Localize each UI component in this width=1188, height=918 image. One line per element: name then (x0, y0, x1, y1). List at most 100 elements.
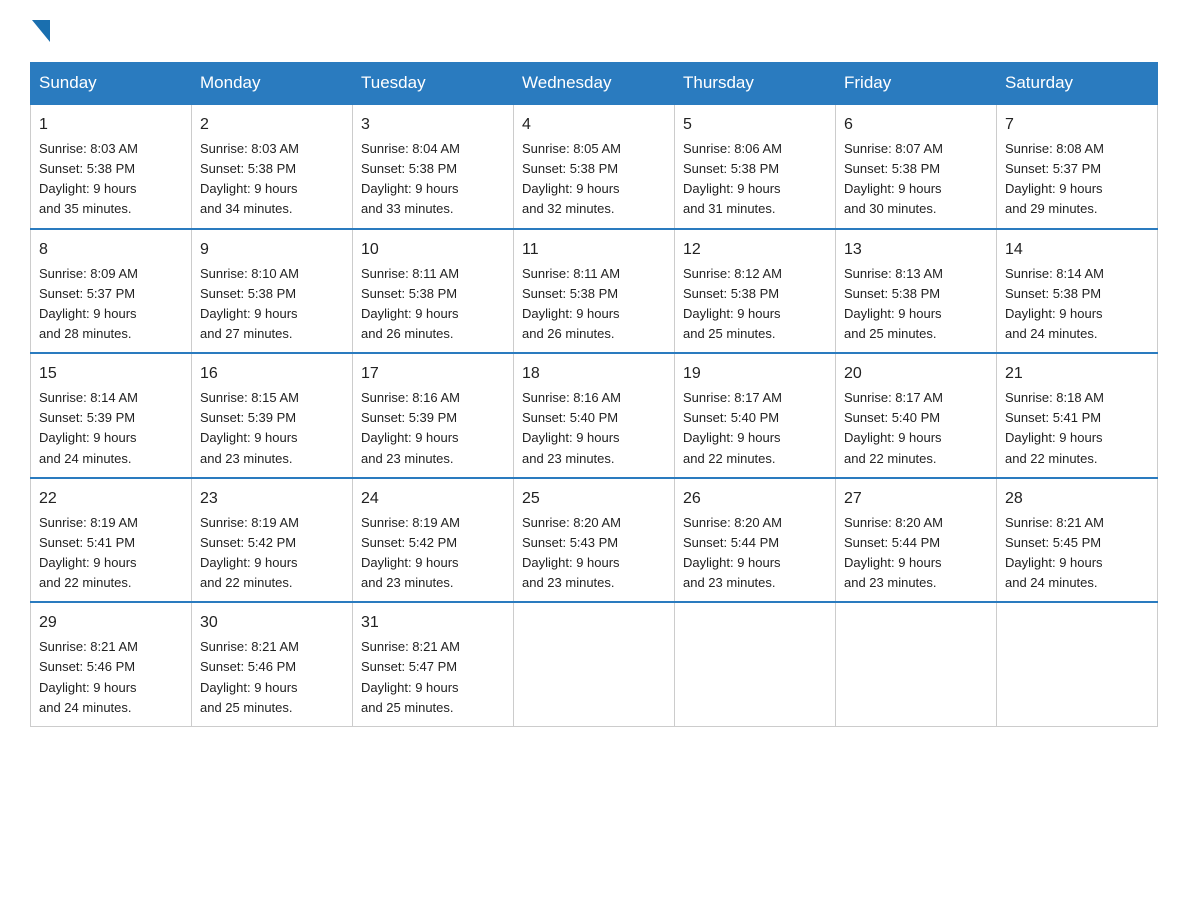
calendar-day-cell: 21Sunrise: 8:18 AMSunset: 5:41 PMDayligh… (997, 353, 1158, 478)
calendar-day-cell: 7Sunrise: 8:08 AMSunset: 5:37 PMDaylight… (997, 104, 1158, 229)
day-number: 12 (683, 238, 827, 262)
day-info: Sunrise: 8:09 AMSunset: 5:37 PMDaylight:… (39, 264, 183, 345)
day-info: Sunrise: 8:17 AMSunset: 5:40 PMDaylight:… (844, 388, 988, 469)
logo (30, 20, 50, 42)
day-number: 25 (522, 487, 666, 511)
day-number: 11 (522, 238, 666, 262)
day-info: Sunrise: 8:20 AMSunset: 5:43 PMDaylight:… (522, 513, 666, 594)
page-header (30, 20, 1158, 42)
day-info: Sunrise: 8:14 AMSunset: 5:39 PMDaylight:… (39, 388, 183, 469)
calendar-day-cell: 20Sunrise: 8:17 AMSunset: 5:40 PMDayligh… (836, 353, 997, 478)
day-number: 26 (683, 487, 827, 511)
day-info: Sunrise: 8:20 AMSunset: 5:44 PMDaylight:… (844, 513, 988, 594)
day-of-week-header: Monday (192, 63, 353, 105)
day-info: Sunrise: 8:13 AMSunset: 5:38 PMDaylight:… (844, 264, 988, 345)
day-info: Sunrise: 8:05 AMSunset: 5:38 PMDaylight:… (522, 139, 666, 220)
day-number: 19 (683, 362, 827, 386)
calendar-day-cell: 25Sunrise: 8:20 AMSunset: 5:43 PMDayligh… (514, 478, 675, 603)
day-info: Sunrise: 8:15 AMSunset: 5:39 PMDaylight:… (200, 388, 344, 469)
day-info: Sunrise: 8:19 AMSunset: 5:42 PMDaylight:… (361, 513, 505, 594)
calendar-day-cell (675, 602, 836, 726)
day-number: 18 (522, 362, 666, 386)
calendar-day-cell (836, 602, 997, 726)
calendar-day-cell: 26Sunrise: 8:20 AMSunset: 5:44 PMDayligh… (675, 478, 836, 603)
calendar-day-cell: 23Sunrise: 8:19 AMSunset: 5:42 PMDayligh… (192, 478, 353, 603)
day-info: Sunrise: 8:12 AMSunset: 5:38 PMDaylight:… (683, 264, 827, 345)
logo-line1 (30, 20, 50, 42)
day-number: 10 (361, 238, 505, 262)
calendar-day-cell: 2Sunrise: 8:03 AMSunset: 5:38 PMDaylight… (192, 104, 353, 229)
calendar-week-row: 8Sunrise: 8:09 AMSunset: 5:37 PMDaylight… (31, 229, 1158, 354)
day-info: Sunrise: 8:21 AMSunset: 5:46 PMDaylight:… (39, 637, 183, 718)
calendar-day-cell: 1Sunrise: 8:03 AMSunset: 5:38 PMDaylight… (31, 104, 192, 229)
calendar-table: SundayMondayTuesdayWednesdayThursdayFrid… (30, 62, 1158, 727)
calendar-day-cell: 12Sunrise: 8:12 AMSunset: 5:38 PMDayligh… (675, 229, 836, 354)
calendar-week-row: 22Sunrise: 8:19 AMSunset: 5:41 PMDayligh… (31, 478, 1158, 603)
day-number: 31 (361, 611, 505, 635)
day-number: 1 (39, 113, 183, 137)
day-number: 4 (522, 113, 666, 137)
day-info: Sunrise: 8:20 AMSunset: 5:44 PMDaylight:… (683, 513, 827, 594)
day-of-week-header: Wednesday (514, 63, 675, 105)
calendar-day-cell (514, 602, 675, 726)
day-info: Sunrise: 8:10 AMSunset: 5:38 PMDaylight:… (200, 264, 344, 345)
day-info: Sunrise: 8:11 AMSunset: 5:38 PMDaylight:… (522, 264, 666, 345)
calendar-day-cell: 4Sunrise: 8:05 AMSunset: 5:38 PMDaylight… (514, 104, 675, 229)
calendar-day-cell: 14Sunrise: 8:14 AMSunset: 5:38 PMDayligh… (997, 229, 1158, 354)
calendar-day-cell: 31Sunrise: 8:21 AMSunset: 5:47 PMDayligh… (353, 602, 514, 726)
day-info: Sunrise: 8:16 AMSunset: 5:39 PMDaylight:… (361, 388, 505, 469)
day-of-week-header: Tuesday (353, 63, 514, 105)
day-number: 6 (844, 113, 988, 137)
calendar-week-row: 1Sunrise: 8:03 AMSunset: 5:38 PMDaylight… (31, 104, 1158, 229)
calendar-day-cell: 11Sunrise: 8:11 AMSunset: 5:38 PMDayligh… (514, 229, 675, 354)
day-number: 27 (844, 487, 988, 511)
calendar-day-cell: 5Sunrise: 8:06 AMSunset: 5:38 PMDaylight… (675, 104, 836, 229)
calendar-day-cell: 15Sunrise: 8:14 AMSunset: 5:39 PMDayligh… (31, 353, 192, 478)
day-of-week-header: Friday (836, 63, 997, 105)
day-info: Sunrise: 8:03 AMSunset: 5:38 PMDaylight:… (39, 139, 183, 220)
day-number: 23 (200, 487, 344, 511)
calendar-day-cell: 10Sunrise: 8:11 AMSunset: 5:38 PMDayligh… (353, 229, 514, 354)
calendar-day-cell: 9Sunrise: 8:10 AMSunset: 5:38 PMDaylight… (192, 229, 353, 354)
day-number: 5 (683, 113, 827, 137)
day-info: Sunrise: 8:04 AMSunset: 5:38 PMDaylight:… (361, 139, 505, 220)
calendar-day-cell: 30Sunrise: 8:21 AMSunset: 5:46 PMDayligh… (192, 602, 353, 726)
day-number: 29 (39, 611, 183, 635)
day-info: Sunrise: 8:08 AMSunset: 5:37 PMDaylight:… (1005, 139, 1149, 220)
calendar-week-row: 15Sunrise: 8:14 AMSunset: 5:39 PMDayligh… (31, 353, 1158, 478)
calendar-header-row: SundayMondayTuesdayWednesdayThursdayFrid… (31, 63, 1158, 105)
day-number: 28 (1005, 487, 1149, 511)
day-of-week-header: Saturday (997, 63, 1158, 105)
day-info: Sunrise: 8:21 AMSunset: 5:45 PMDaylight:… (1005, 513, 1149, 594)
day-info: Sunrise: 8:17 AMSunset: 5:40 PMDaylight:… (683, 388, 827, 469)
day-number: 3 (361, 113, 505, 137)
day-number: 2 (200, 113, 344, 137)
day-info: Sunrise: 8:21 AMSunset: 5:46 PMDaylight:… (200, 637, 344, 718)
day-number: 8 (39, 238, 183, 262)
day-number: 16 (200, 362, 344, 386)
day-number: 9 (200, 238, 344, 262)
day-info: Sunrise: 8:07 AMSunset: 5:38 PMDaylight:… (844, 139, 988, 220)
day-info: Sunrise: 8:06 AMSunset: 5:38 PMDaylight:… (683, 139, 827, 220)
calendar-day-cell: 17Sunrise: 8:16 AMSunset: 5:39 PMDayligh… (353, 353, 514, 478)
calendar-day-cell: 8Sunrise: 8:09 AMSunset: 5:37 PMDaylight… (31, 229, 192, 354)
logo-triangle-icon (32, 20, 50, 42)
day-of-week-header: Thursday (675, 63, 836, 105)
day-number: 22 (39, 487, 183, 511)
calendar-day-cell: 27Sunrise: 8:20 AMSunset: 5:44 PMDayligh… (836, 478, 997, 603)
day-info: Sunrise: 8:16 AMSunset: 5:40 PMDaylight:… (522, 388, 666, 469)
day-number: 14 (1005, 238, 1149, 262)
day-info: Sunrise: 8:18 AMSunset: 5:41 PMDaylight:… (1005, 388, 1149, 469)
calendar-day-cell: 3Sunrise: 8:04 AMSunset: 5:38 PMDaylight… (353, 104, 514, 229)
calendar-day-cell: 29Sunrise: 8:21 AMSunset: 5:46 PMDayligh… (31, 602, 192, 726)
calendar-day-cell: 19Sunrise: 8:17 AMSunset: 5:40 PMDayligh… (675, 353, 836, 478)
day-info: Sunrise: 8:14 AMSunset: 5:38 PMDaylight:… (1005, 264, 1149, 345)
day-number: 30 (200, 611, 344, 635)
calendar-day-cell: 6Sunrise: 8:07 AMSunset: 5:38 PMDaylight… (836, 104, 997, 229)
day-number: 13 (844, 238, 988, 262)
calendar-day-cell: 28Sunrise: 8:21 AMSunset: 5:45 PMDayligh… (997, 478, 1158, 603)
day-number: 21 (1005, 362, 1149, 386)
day-info: Sunrise: 8:19 AMSunset: 5:41 PMDaylight:… (39, 513, 183, 594)
day-number: 17 (361, 362, 505, 386)
calendar-day-cell: 24Sunrise: 8:19 AMSunset: 5:42 PMDayligh… (353, 478, 514, 603)
